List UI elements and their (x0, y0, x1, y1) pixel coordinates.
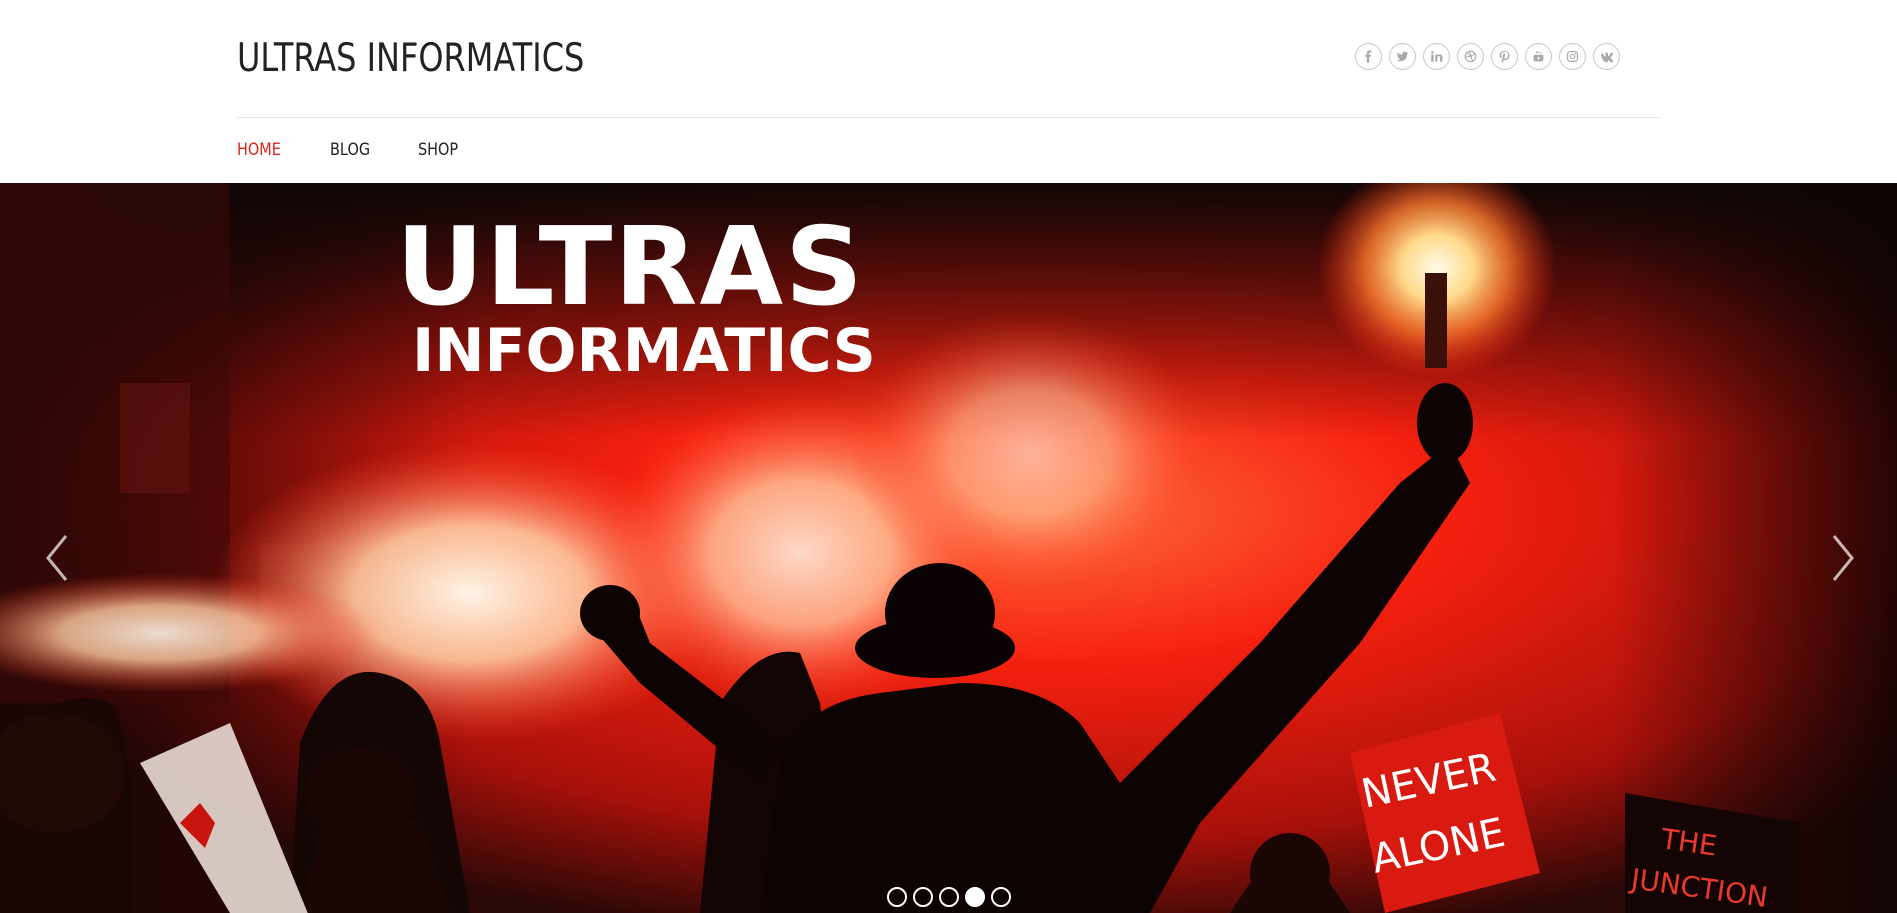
slider-prev-arrow-icon[interactable] (38, 528, 78, 588)
nav-item-shop[interactable]: SHOP (418, 140, 458, 160)
slider-pagination (887, 887, 1011, 907)
hero-title-ultras: ULTRAS (396, 205, 865, 330)
slider-next-arrow-icon[interactable] (1822, 528, 1862, 588)
dribbble-icon[interactable] (1457, 43, 1484, 70)
twitter-icon[interactable] (1389, 43, 1416, 70)
youtube-icon[interactable] (1525, 43, 1552, 70)
slider-dot-1[interactable] (887, 887, 907, 907)
site-title[interactable]: ULTRAS INFORMATICS (237, 36, 584, 81)
vk-icon[interactable] (1593, 43, 1620, 70)
instagram-icon[interactable] (1559, 43, 1586, 70)
social-links (1355, 43, 1620, 70)
hero-image: NEVER ALONE THE JUNCTION (0, 183, 1897, 913)
nav-item-home[interactable]: HOME (237, 140, 281, 160)
slider-dot-5[interactable] (991, 887, 1011, 907)
hero-title-informatics: INFORMATICS (412, 316, 876, 386)
facebook-icon[interactable] (1355, 43, 1382, 70)
site-header: ULTRAS INFORMATICS HOME BLOG SHOP (0, 0, 1897, 183)
nav-item-blog[interactable]: BLOG (330, 140, 370, 160)
slider-dot-4[interactable] (965, 887, 985, 907)
header-divider (237, 117, 1661, 118)
slider-dot-3[interactable] (939, 887, 959, 907)
pinterest-icon[interactable] (1491, 43, 1518, 70)
linkedin-icon[interactable] (1423, 43, 1450, 70)
hero-slider[interactable]: NEVER ALONE THE JUNCTION ULTRAS INFORMAT… (0, 183, 1897, 913)
slider-dot-2[interactable] (913, 887, 933, 907)
